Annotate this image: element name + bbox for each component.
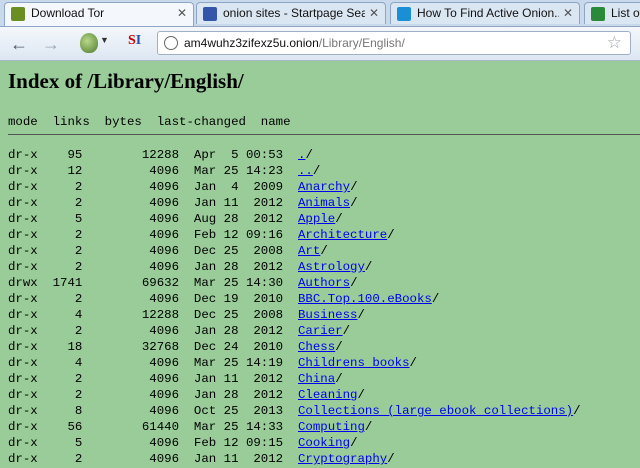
tab-title: How To Find Active Onion...: [417, 6, 559, 20]
tab-title: onion sites - Startpage Sea...: [223, 6, 365, 20]
directory-link[interactable]: Cooking: [298, 436, 350, 450]
s-icon: [591, 7, 605, 21]
url-text[interactable]: am4wuhz3zifexz5u.onion/Library/English/: [184, 36, 405, 50]
listing-row: drwx 1741 69632 Mar 25 14:30 Authors/: [8, 276, 358, 290]
directory-link[interactable]: Architecture: [298, 228, 387, 242]
listing-row: dr-x 2 4096 Feb 12 09:16 Architecture/: [8, 228, 395, 242]
directory-link[interactable]: China: [298, 372, 335, 386]
directory-link[interactable]: Authors: [298, 276, 350, 290]
listing-row: dr-x 56 61440 Mar 25 14:33 Computing/: [8, 420, 373, 434]
browser-tab[interactable]: List of: [584, 2, 640, 24]
listing-row: dr-x 2 4096 Dec 25 2008 Art/: [8, 244, 328, 258]
directory-link[interactable]: Anarchy: [298, 180, 350, 194]
muo-icon: [397, 7, 411, 21]
listing-row: dr-x 2 4096 Jan 28 2012 Astrology/: [8, 260, 373, 274]
directory-listing: dr-x 95 12288 Apr 5 00:53 ./ dr-x 12 409…: [8, 147, 581, 467]
listing-row: dr-x 4 4096 Mar 25 14:19 Childrens books…: [8, 356, 417, 370]
page-content: Index of /Library/English/ mode links by…: [0, 61, 640, 468]
startpage-icon: [203, 7, 217, 21]
page-title: Index of /Library/English/: [8, 69, 244, 93]
listing-row: dr-x 2 4096 Jan 4 2009 Anarchy/: [8, 180, 358, 194]
directory-link[interactable]: Astrology: [298, 260, 365, 274]
browser-tab[interactable]: onion sites - Startpage Sea... ✕: [196, 2, 386, 24]
directory-link[interactable]: Art: [298, 244, 320, 258]
listing-row: dr-x 2 4096 Jan 11 2012 Cryptography/: [8, 452, 395, 466]
header-divider: [8, 134, 640, 135]
directory-link[interactable]: Chess: [298, 340, 335, 354]
directory-link[interactable]: BBC.Top.100.eBooks: [298, 292, 432, 306]
startpage-search-icon[interactable]: SI: [128, 33, 148, 53]
close-icon[interactable]: ✕: [563, 6, 573, 20]
tor-onion-icon[interactable]: [80, 33, 98, 53]
tab-title: Download Tor: [31, 6, 105, 20]
directory-link[interactable]: Childrens books: [298, 356, 410, 370]
close-icon[interactable]: ✕: [369, 6, 379, 20]
back-arrow-icon[interactable]: ←: [8, 33, 30, 55]
directory-link[interactable]: Animals: [298, 196, 350, 210]
listing-row: dr-x 8 4096 Oct 25 2013 Collections (lar…: [8, 404, 581, 418]
directory-link[interactable]: Carier: [298, 324, 343, 338]
address-bar[interactable]: am4wuhz3zifexz5u.onion/Library/English/ …: [157, 31, 631, 55]
listing-row: dr-x 2 4096 Jan 28 2012 Cleaning/: [8, 388, 365, 402]
listing-row: dr-x 5 4096 Feb 12 09:15 Cooking/: [8, 436, 358, 450]
listing-row: dr-x 5 4096 Aug 28 2012 Apple/: [8, 212, 343, 226]
directory-link[interactable]: Apple: [298, 212, 335, 226]
listing-header: mode links bytes last-changed name: [8, 115, 291, 129]
directory-link[interactable]: Cleaning: [298, 388, 358, 402]
listing-row: dr-x 12 4096 Mar 25 14:23 ../: [8, 164, 321, 178]
navigation-toolbar: ← → ▼ SI am4wuhz3zifexz5u.onion/Library/…: [0, 27, 640, 61]
listing-row: dr-x 95 12288 Apr 5 00:53 ./: [8, 148, 313, 162]
url-path: /Library/English/: [318, 36, 405, 50]
tab-title: List of: [611, 6, 640, 20]
listing-row: dr-x 4 12288 Dec 25 2008 Business/: [8, 308, 365, 322]
tab-bar: Download Tor ✕ onion sites - Startpage Sea…: [0, 0, 640, 27]
globe-icon: [164, 36, 178, 50]
close-icon[interactable]: ✕: [177, 6, 187, 20]
listing-row: dr-x 2 4096 Dec 19 2010 BBC.Top.100.eBoo…: [8, 292, 440, 306]
directory-link[interactable]: Collections (large ebook collections): [298, 404, 573, 418]
listing-row: dr-x 2 4096 Jan 11 2012 Animals/: [8, 196, 358, 210]
forward-arrow-icon[interactable]: →: [40, 33, 62, 55]
bookmark-star-icon[interactable]: ☆: [607, 33, 622, 53]
directory-link[interactable]: Cryptography: [298, 452, 387, 466]
listing-row: dr-x 2 4096 Jan 28 2012 Carier/: [8, 324, 351, 338]
tor-icon: [11, 7, 25, 21]
directory-link[interactable]: ..: [298, 164, 313, 178]
directory-link[interactable]: Business: [298, 308, 358, 322]
browser-tab[interactable]: Download Tor ✕: [4, 2, 194, 26]
directory-link[interactable]: Computing: [298, 420, 365, 434]
url-host: am4wuhz3zifexz5u.onion: [184, 36, 319, 50]
browser-tab[interactable]: How To Find Active Onion... ✕: [390, 2, 580, 24]
chevron-down-icon[interactable]: ▼: [100, 35, 109, 45]
listing-row: dr-x 2 4096 Jan 11 2012 China/: [8, 372, 343, 386]
directory-link[interactable]: .: [298, 148, 305, 162]
listing-row: dr-x 18 32768 Dec 24 2010 Chess/: [8, 340, 343, 354]
